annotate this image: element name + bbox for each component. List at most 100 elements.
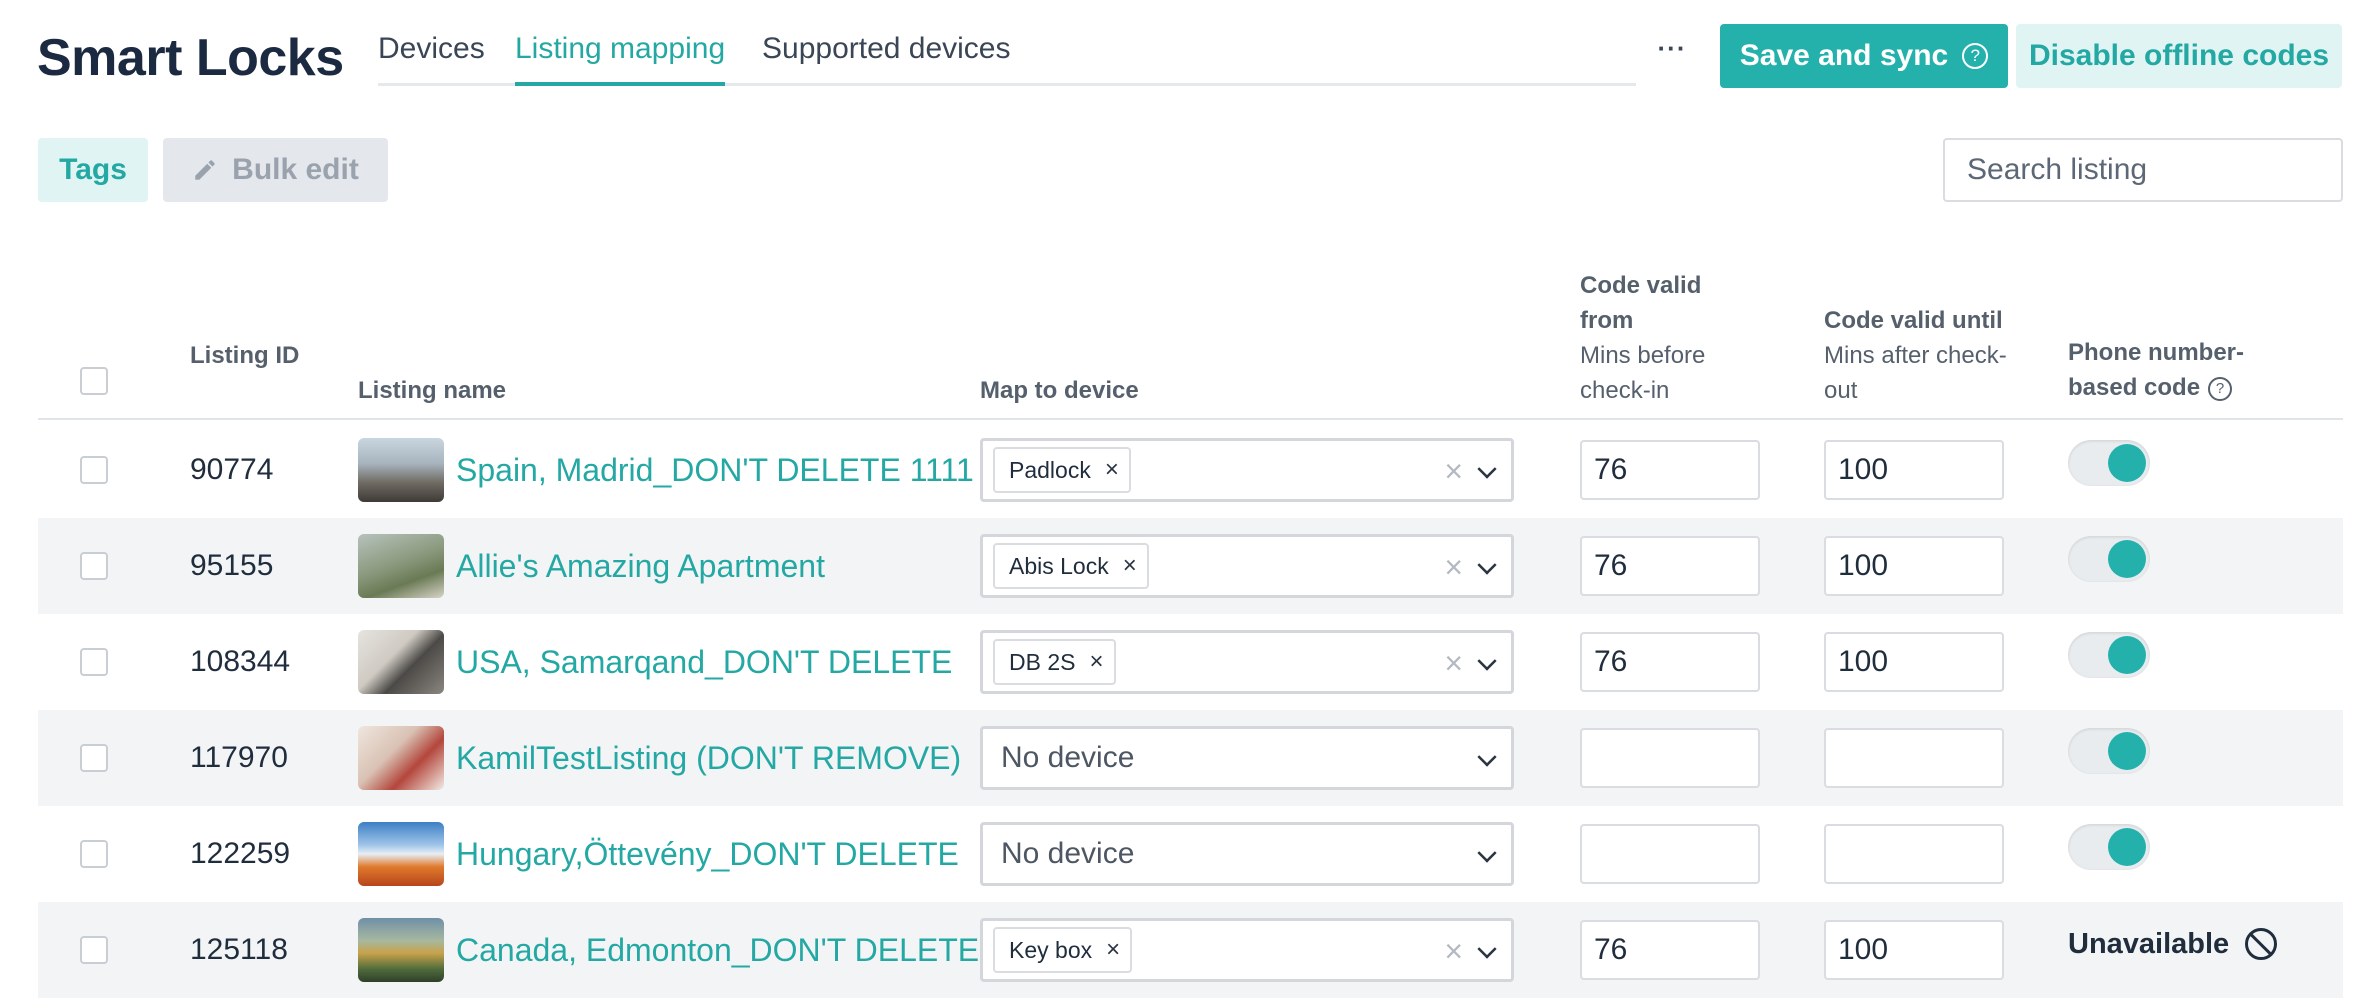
phone-code-toggle[interactable] bbox=[2068, 440, 2150, 486]
phone-code-toggle[interactable] bbox=[2068, 824, 2150, 870]
select-all-checkbox[interactable] bbox=[80, 367, 108, 395]
listing-name-link[interactable]: KamilTestListing (DON'T REMOVE) bbox=[456, 740, 961, 777]
search-listing-input[interactable] bbox=[1943, 138, 2343, 202]
column-map-to-device: Map to device bbox=[980, 377, 1139, 404]
code-valid-until-input[interactable] bbox=[1824, 728, 2004, 788]
code-valid-until-input[interactable] bbox=[1824, 440, 2004, 500]
tags-button[interactable]: Tags bbox=[38, 138, 148, 202]
device-chip-label: Key box bbox=[1009, 936, 1093, 963]
phone-code-toggle[interactable] bbox=[2068, 536, 2150, 582]
tab-listing-mapping[interactable]: Listing mapping bbox=[515, 32, 726, 86]
code-valid-from-input[interactable] bbox=[1580, 728, 1760, 788]
listing-thumbnail bbox=[358, 726, 444, 790]
toggle-knob bbox=[2108, 444, 2146, 482]
listing-name-link[interactable]: Hungary,Öttevény_DON'T DELETE bbox=[456, 836, 959, 873]
code-valid-until-input[interactable] bbox=[1824, 920, 2004, 980]
listing-name-link[interactable]: Allie's Amazing Apartment bbox=[456, 548, 825, 585]
code-valid-from-input[interactable] bbox=[1580, 824, 1760, 884]
chevron-down-icon[interactable] bbox=[1477, 939, 1497, 959]
listing-id: 108344 bbox=[190, 645, 291, 678]
table-header: Listing ID Listing name Map to device Co… bbox=[38, 250, 2343, 420]
listing-name-link[interactable]: USA, Samarqand_DON'T DELETE bbox=[456, 644, 952, 681]
listing-name-link[interactable]: Spain, Madrid_DON'T DELETE 1111 bbox=[456, 452, 974, 489]
listing-id: 95155 bbox=[190, 549, 274, 582]
tab-supported-devices[interactable]: Supported devices bbox=[762, 32, 1011, 86]
device-chip-label: DB 2S bbox=[1009, 648, 1076, 675]
column-code-valid-until-subtitle: Mins after check-out bbox=[1824, 342, 2007, 404]
remove-device-icon[interactable]: × bbox=[1123, 552, 1137, 580]
listing-id: 125118 bbox=[190, 933, 288, 966]
tab-devices[interactable]: Devices bbox=[378, 32, 485, 86]
row-checkbox[interactable] bbox=[80, 552, 108, 580]
listing-thumbnail bbox=[358, 918, 444, 982]
device-select[interactable]: Abis Lock × × bbox=[980, 534, 1514, 598]
code-valid-from-input[interactable] bbox=[1580, 536, 1760, 596]
table-row: 95155 Allie's Amazing Apartment Abis Loc… bbox=[38, 518, 2343, 614]
device-chip-label: Padlock bbox=[1009, 456, 1091, 483]
chevron-down-icon[interactable] bbox=[1477, 843, 1497, 863]
column-code-valid-from-subtitle: Mins before check-in bbox=[1580, 342, 1706, 404]
row-checkbox[interactable] bbox=[80, 744, 108, 772]
device-select[interactable]: No device bbox=[980, 726, 1514, 790]
device-select[interactable]: Key box × × bbox=[980, 918, 1514, 982]
listing-thumbnail bbox=[358, 822, 444, 886]
remove-device-icon[interactable]: × bbox=[1089, 648, 1103, 676]
device-chip-label: Abis Lock bbox=[1009, 552, 1109, 579]
column-listing-id: Listing ID bbox=[190, 342, 300, 369]
remove-device-icon[interactable]: × bbox=[1105, 456, 1119, 484]
code-valid-from-input[interactable] bbox=[1580, 920, 1760, 980]
phone-code-toggle[interactable] bbox=[2068, 728, 2150, 774]
help-icon[interactable]: ? bbox=[2208, 376, 2233, 401]
device-select[interactable]: Padlock × × bbox=[980, 438, 1514, 502]
clear-icon[interactable]: × bbox=[1444, 453, 1463, 489]
chevron-down-icon[interactable] bbox=[1477, 651, 1497, 671]
table-row: 117970 KamilTestListing (DON'T REMOVE) N… bbox=[38, 710, 2343, 806]
row-checkbox[interactable] bbox=[80, 456, 108, 484]
phone-code-toggle[interactable] bbox=[2068, 632, 2150, 678]
unavailable-label: Unavailable bbox=[2068, 927, 2230, 960]
row-checkbox[interactable] bbox=[80, 936, 108, 964]
toggle-knob bbox=[2108, 540, 2146, 578]
code-valid-until-input[interactable] bbox=[1824, 824, 2004, 884]
more-options-button[interactable]: ··· bbox=[1653, 35, 1691, 74]
table-row: 122259 Hungary,Öttevény_DON'T DELETE No … bbox=[38, 806, 2343, 902]
row-checkbox[interactable] bbox=[80, 648, 108, 676]
tab-bar: Devices Listing mapping Supported device… bbox=[378, 30, 1636, 86]
device-select-value: No device bbox=[1001, 837, 1135, 870]
listing-name-link[interactable]: Canada, Edmonton_DON'T DELETE bbox=[456, 932, 979, 969]
bulk-edit-label: Bulk edit bbox=[232, 153, 359, 186]
device-chip: Padlock × bbox=[993, 447, 1131, 493]
clear-icon[interactable]: × bbox=[1444, 645, 1463, 681]
chevron-down-icon[interactable] bbox=[1477, 747, 1497, 767]
disable-offline-codes-button[interactable]: Disable offline codes bbox=[2016, 24, 2342, 88]
bulk-edit-button[interactable]: Bulk edit bbox=[163, 138, 388, 202]
code-valid-until-input[interactable] bbox=[1824, 632, 2004, 692]
chevron-down-icon[interactable] bbox=[1477, 555, 1497, 575]
save-and-sync-button[interactable]: Save and sync ? bbox=[1720, 24, 2008, 88]
help-icon[interactable]: ? bbox=[1962, 43, 1989, 69]
row-checkbox[interactable] bbox=[80, 840, 108, 868]
column-code-valid-until-title: Code valid until bbox=[1824, 307, 2003, 334]
listing-thumbnail bbox=[358, 438, 444, 502]
column-code-valid-from: Code valid from Mins before check-in bbox=[1580, 268, 1740, 408]
table-row: 90774 Spain, Madrid_DON'T DELETE 1111 Pa… bbox=[38, 422, 2343, 518]
listing-id: 122259 bbox=[190, 837, 291, 870]
device-select[interactable]: No device bbox=[980, 822, 1514, 886]
ban-icon bbox=[2245, 928, 2278, 960]
chevron-down-icon[interactable] bbox=[1477, 459, 1497, 479]
listing-id: 90774 bbox=[190, 453, 274, 486]
device-select[interactable]: DB 2S × × bbox=[980, 630, 1514, 694]
code-valid-until-input[interactable] bbox=[1824, 536, 2004, 596]
code-valid-from-input[interactable] bbox=[1580, 632, 1760, 692]
table-row: 108344 USA, Samarqand_DON'T DELETE DB 2S… bbox=[38, 614, 2343, 710]
listing-thumbnail bbox=[358, 534, 444, 598]
device-chip: Abis Lock × bbox=[993, 543, 1149, 589]
pencil-icon bbox=[195, 160, 215, 180]
code-valid-from-input[interactable] bbox=[1580, 440, 1760, 500]
device-chip: Key box × bbox=[993, 927, 1133, 973]
toggle-knob bbox=[2108, 828, 2146, 866]
clear-icon[interactable]: × bbox=[1444, 933, 1463, 969]
clear-icon[interactable]: × bbox=[1444, 549, 1463, 585]
remove-device-icon[interactable]: × bbox=[1106, 936, 1120, 964]
device-chip: DB 2S × bbox=[993, 639, 1116, 685]
